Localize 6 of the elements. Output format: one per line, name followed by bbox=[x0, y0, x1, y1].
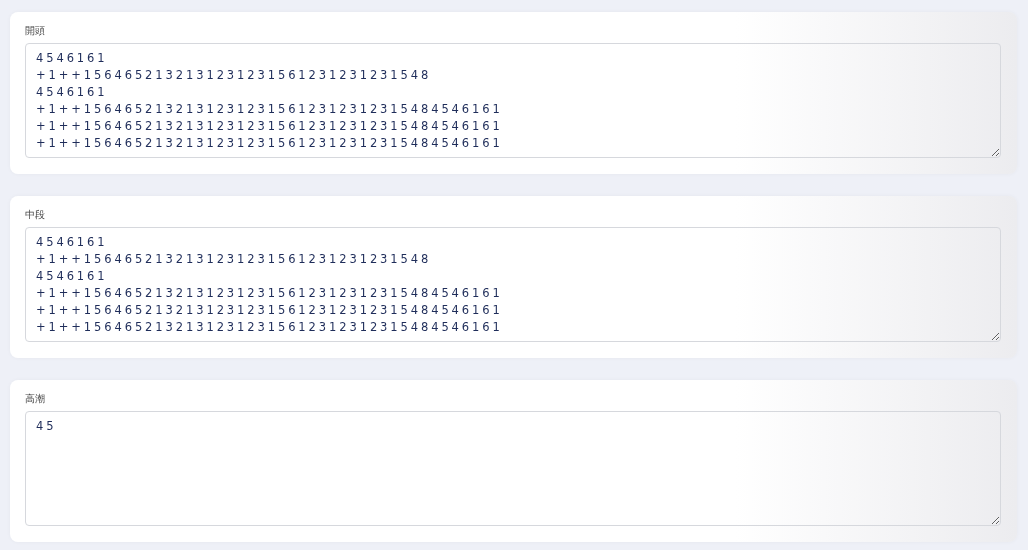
field-label: 開頭 bbox=[25, 24, 46, 38]
text-area[interactable]: 4546161 +1++1564652132131231231561231231231548 4546161 +1++15646521321312312315612312312315484546161 +1++15646521321312312315612312312315484546161 +1++15646521321312312315612312312315484546161 bbox=[25, 227, 1001, 342]
text-area[interactable]: 45 bbox=[25, 411, 1001, 526]
field-label: 高潮 bbox=[25, 392, 46, 406]
text-area[interactable]: 4546161 +1++1564652132131231231561231231231548 4546161 +1++15646521321312312315612312312315484546161 +1++15646521321312312315612312312315484546161 +1++15646521321312312315612312312315484546161 bbox=[25, 43, 1001, 158]
field-label: 中段 bbox=[25, 208, 46, 222]
